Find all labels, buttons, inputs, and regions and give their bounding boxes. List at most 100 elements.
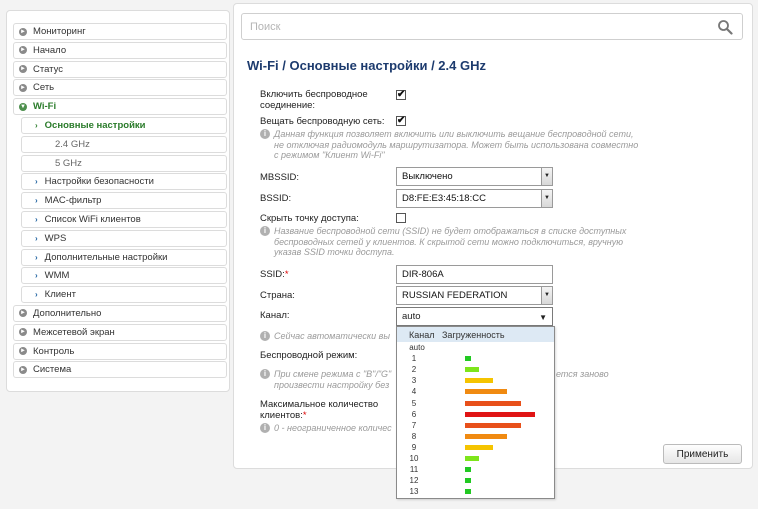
channel-option[interactable]: 9 <box>397 442 554 453</box>
sidebar-item[interactable]: › WMM <box>21 267 227 285</box>
channel-number: 13 <box>409 487 419 497</box>
broadcast-label: Вещать беспроводную сеть: <box>260 116 385 127</box>
chevron-right-icon: ► <box>19 347 27 356</box>
load-bar <box>465 433 507 439</box>
arrow-right-icon: › <box>35 290 38 300</box>
sidebar-item[interactable]: › Дополнительные настройки <box>21 248 227 266</box>
sidebar-item-label: Статус <box>33 63 64 75</box>
column-channel: Канал <box>409 329 435 340</box>
sidebar-item[interactable]: › MAC-фильтр <box>21 192 227 210</box>
channel-option[interactable]: 2 <box>397 364 554 375</box>
channel-option[interactable]: 10 <box>397 453 554 464</box>
dropdown-rows: auto 1 2 3 4 5 6 7 8 9 10 11 12 13 <box>397 342 554 497</box>
ssid-label: SSID:* <box>260 269 289 280</box>
sidebar-item[interactable]: ► Начало <box>13 41 227 59</box>
channel-number: 9 <box>411 442 417 452</box>
sidebar-item[interactable]: › WPS <box>21 229 227 247</box>
channel-option[interactable]: 11 <box>397 464 554 475</box>
sidebar-item-label: Межсетевой экран <box>33 326 115 338</box>
load-bar <box>465 389 507 395</box>
channel-label: Канал: <box>260 310 290 321</box>
country-select[interactable]: RUSSIAN FEDERATION ▼ <box>396 286 553 305</box>
channel-option[interactable]: 1 <box>397 353 554 364</box>
channel-number: auto <box>409 343 425 353</box>
load-bar <box>465 444 493 450</box>
load-bar <box>465 378 493 384</box>
arrow-right-icon: › <box>35 271 38 281</box>
channel-option[interactable]: 3 <box>397 375 554 386</box>
sidebar-item[interactable]: › Список WiFi клиентов <box>21 210 227 228</box>
load-bar <box>465 367 479 373</box>
sidebar-item[interactable]: 2.4 GHz <box>21 135 227 153</box>
chevron-right-icon: ► <box>19 46 27 55</box>
enable-wireless-label: Включить беспроводное соединение: <box>260 89 368 111</box>
mode-hint-right: ется заново <box>556 369 609 379</box>
channel-number: 4 <box>411 387 417 397</box>
dropdown-header: Канал Загруженность <box>397 327 554 342</box>
arrow-right-icon: › <box>35 252 38 262</box>
hide-ap-hint: i Название беспроводной сети (SSID) не б… <box>260 226 640 258</box>
sidebar-item[interactable]: ► Сеть <box>13 79 227 97</box>
search-box <box>241 13 743 40</box>
sidebar-item[interactable]: ▼ Wi-Fi <box>13 98 227 116</box>
chevron-right-icon: ► <box>19 83 27 92</box>
required-mark: * <box>302 410 307 421</box>
sidebar-item[interactable]: ► Статус <box>13 60 227 78</box>
search-input[interactable] <box>250 14 710 39</box>
channel-select[interactable]: auto ▼ <box>396 307 553 326</box>
channel-number: 8 <box>411 431 417 441</box>
sidebar-item-label: Список WiFi клиентов <box>44 213 141 225</box>
chevron-right-icon: ► <box>19 65 27 74</box>
ssid-input[interactable] <box>396 265 553 284</box>
broadcast-checkbox[interactable]: ✔ <box>396 116 406 126</box>
channel-number: 12 <box>409 476 419 486</box>
load-bar <box>465 455 479 461</box>
channel-number: 2 <box>411 365 417 375</box>
channel-option[interactable]: 13 <box>397 486 554 497</box>
sidebar-item[interactable]: ► Межсетевой экран <box>13 323 227 341</box>
required-mark: * <box>284 269 289 280</box>
mode-hint-text-1: При смене режима с "B"/"G" <box>274 369 392 379</box>
sidebar-item[interactable]: ► Дополнительно <box>13 304 227 322</box>
load-bar <box>465 422 521 428</box>
sidebar-item-label: Клиент <box>44 289 76 301</box>
sidebar-item-label: Настройки безопасности <box>44 176 154 188</box>
sidebar-item-label: Начало <box>33 44 67 56</box>
sidebar-item[interactable]: › Основные настройки <box>21 116 227 134</box>
mbssid-select[interactable]: Выключено ▼ <box>396 167 553 186</box>
channel-number: 11 <box>409 465 419 475</box>
sidebar-item[interactable]: › Настройки безопасности <box>21 173 227 191</box>
channel-option[interactable]: 8 <box>397 431 554 442</box>
country-value: RUSSIAN FEDERATION <box>402 290 508 301</box>
channel-number: 10 <box>409 453 419 463</box>
sidebar-item[interactable]: ► Система <box>13 361 227 379</box>
arrow-right-icon: › <box>35 120 38 130</box>
ssid-label-text: SSID: <box>260 269 285 280</box>
load-bar <box>465 400 521 406</box>
page-title: Wi-Fi / Основные настройки / 2.4 GHz <box>247 58 486 73</box>
hide-ap-checkbox[interactable] <box>396 213 406 223</box>
sidebar-item-label: 2.4 GHz <box>55 138 90 150</box>
channel-option[interactable]: 7 <box>397 420 554 431</box>
sidebar-item-label: Система <box>33 364 72 376</box>
chevron-down-icon: ▼ <box>19 102 27 111</box>
bssid-select[interactable]: D8:FE:E3:45:18:CC ▼ <box>396 189 553 208</box>
channel-option[interactable]: 6 <box>397 409 554 420</box>
sidebar-item[interactable]: ► Контроль <box>13 342 227 360</box>
sidebar-item[interactable]: 5 GHz <box>21 154 227 172</box>
search-icon[interactable] <box>717 19 733 35</box>
wireless-mode-label: Беспроводной режим: <box>260 350 358 361</box>
channel-number: 6 <box>411 409 417 419</box>
channel-option[interactable]: 12 <box>397 475 554 486</box>
apply-button[interactable]: Применить <box>663 444 742 464</box>
enable-wireless-checkbox[interactable]: ✔ <box>396 90 406 100</box>
info-icon: i <box>260 226 270 236</box>
channel-option[interactable]: 5 <box>397 397 554 408</box>
chevron-right-icon: ► <box>19 365 27 374</box>
sidebar-item[interactable]: ► Мониторинг <box>13 23 227 40</box>
channel-option[interactable]: auto <box>397 342 554 353</box>
arrow-right-icon: › <box>35 214 38 224</box>
channel-number: 5 <box>411 398 417 408</box>
sidebar-item[interactable]: › Клиент <box>21 286 227 304</box>
channel-option[interactable]: 4 <box>397 386 554 397</box>
